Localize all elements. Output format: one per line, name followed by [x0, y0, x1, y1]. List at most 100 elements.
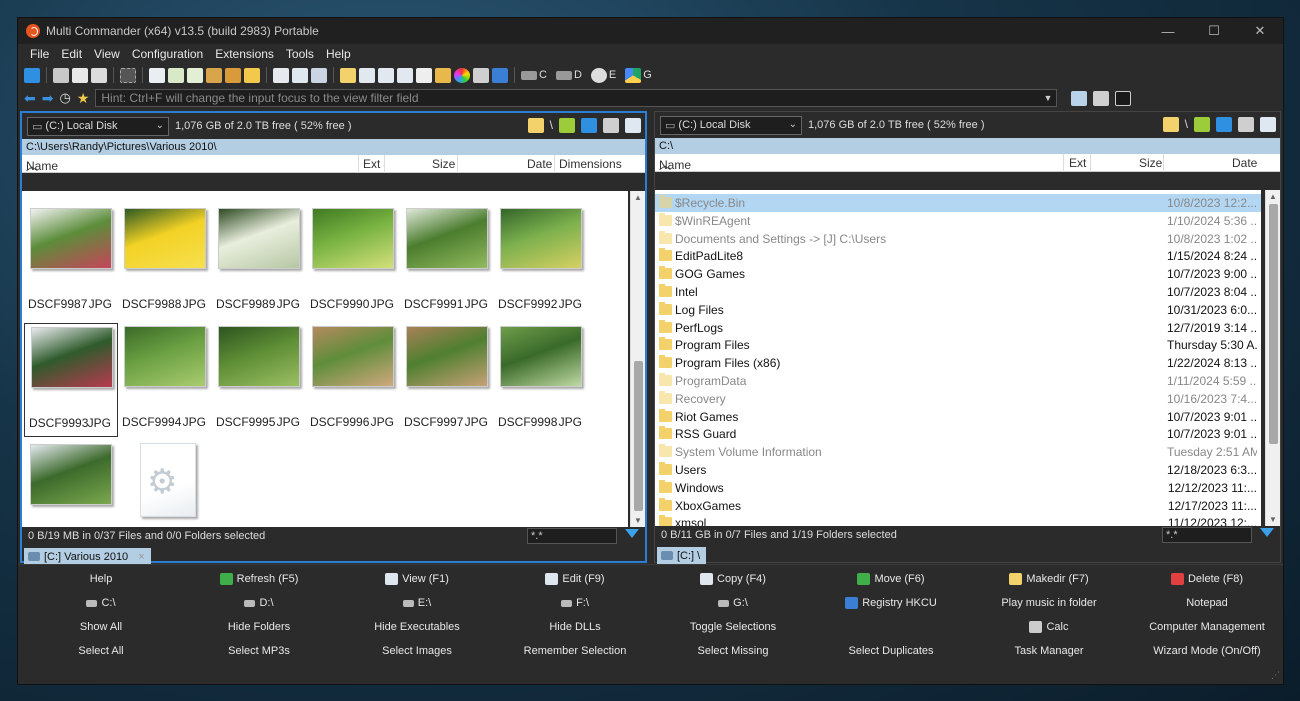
- screen-icon[interactable]: [492, 67, 508, 83]
- refresh-f5-button[interactable]: Refresh (F5): [180, 567, 338, 591]
- sync-icon[interactable]: [378, 67, 394, 83]
- thumbnail-item[interactable]: DSCF9988 JPG: [118, 205, 212, 319]
- select-mp3s-button[interactable]: Select MP3s: [180, 639, 338, 663]
- list-item[interactable]: RSS Guard 10/7/2023 9:01 ...: [655, 425, 1261, 443]
- col-date[interactable]: Date: [527, 157, 552, 171]
- list-item[interactable]: PerfLogs 12/7/2019 3:14 ...: [655, 319, 1261, 337]
- select-images-button[interactable]: Select Images: [338, 639, 496, 663]
- up-folder-icon[interactable]: [559, 118, 575, 133]
- hide-executables-button[interactable]: Hide Executables: [338, 615, 496, 639]
- list-item[interactable]: Program Files (x86) 1/22/2024 8:13 ...: [655, 354, 1261, 372]
- col-ext[interactable]: Ext: [1069, 156, 1086, 170]
- view-f1-button[interactable]: View (F1): [338, 567, 496, 591]
- folder-open-icon[interactable]: [244, 67, 260, 83]
- thumbnail-item[interactable]: DSCF9996 JPG: [306, 323, 400, 437]
- filter-funnel-icon[interactable]: [1260, 528, 1274, 537]
- scroll-down-icon[interactable]: ▼: [1269, 515, 1277, 524]
- thumbnail-item[interactable]: DSCF9995 JPG: [212, 323, 306, 437]
- notes-icon[interactable]: [1093, 90, 1110, 106]
- thumbnail-item[interactable]: DSCF9997 JPG: [400, 323, 494, 437]
- scroll-up-icon[interactable]: ▲: [634, 193, 642, 202]
- left-thumbnail-view[interactable]: DSCF9987 JPG DSCF9988 JPG DSCF9989 JPG DSCF999…: [22, 191, 628, 527]
- list-item[interactable]: GOG Games 10/7/2023 9:00 ...: [655, 265, 1261, 283]
- right-file-list[interactable]: $Recycle.Bin 10/8/2023 12:2... $WinREAgent…: [655, 190, 1261, 526]
- menu-edit[interactable]: Edit: [55, 47, 88, 61]
- right-filter-input[interactable]: *.*: [1162, 527, 1252, 543]
- properties-icon[interactable]: [416, 67, 432, 83]
- c-button[interactable]: C:\: [22, 591, 180, 615]
- left-path-bar[interactable]: C:\Users\Randy\Pictures\Various 2010\: [22, 139, 645, 155]
- menu-extensions[interactable]: Extensions: [209, 47, 280, 61]
- list-item[interactable]: Intel 10/7/2023 8:04 ...: [655, 283, 1261, 301]
- copy-f4-button[interactable]: Copy (F4): [654, 567, 812, 591]
- tools-icon[interactable]: [1238, 117, 1254, 132]
- g-button[interactable]: G:\: [654, 591, 812, 615]
- favorites-star-icon[interactable]: ★: [77, 90, 90, 107]
- show-all-button[interactable]: Show All: [22, 615, 180, 639]
- thumbnail-item[interactable]: DSCF9994 JPG: [118, 323, 212, 437]
- right-path-bar[interactable]: C:\: [655, 138, 1280, 154]
- col-name[interactable]: Name ︿: [26, 157, 58, 174]
- registry-hkcu-button[interactable]: Registry HKCU: [812, 591, 970, 615]
- left-scrollbar[interactable]: ▲ ▼: [630, 191, 645, 527]
- document-icon[interactable]: [273, 67, 289, 83]
- menu-tools[interactable]: Tools: [280, 47, 320, 61]
- console-icon[interactable]: [1115, 90, 1132, 106]
- scroll-up-icon[interactable]: ▲: [1269, 192, 1277, 201]
- scroll-down-icon[interactable]: ▼: [634, 516, 642, 525]
- close-button[interactable]: ✕: [1237, 18, 1283, 44]
- list-item[interactable]: Users 12/18/2023 6:3...: [655, 461, 1261, 479]
- folder-tree-icon[interactable]: [527, 118, 544, 133]
- list-item[interactable]: ProgramData 1/11/2024 5:59 ...: [655, 372, 1261, 390]
- menu-help[interactable]: Help: [320, 47, 357, 61]
- copy-icon[interactable]: [72, 67, 88, 83]
- list-item[interactable]: Recovery 10/16/2023 7:4...: [655, 390, 1261, 408]
- minimize-button[interactable]: —: [1145, 18, 1191, 44]
- drive-g-button[interactable]: G: [625, 67, 652, 83]
- view-mode-icon[interactable]: [1260, 117, 1276, 132]
- move-f6-button[interactable]: Move (F6): [812, 567, 970, 591]
- folder-icon[interactable]: [340, 67, 356, 83]
- menu-configuration[interactable]: Configuration: [126, 47, 209, 61]
- chat-icon[interactable]: [473, 67, 489, 83]
- col-name[interactable]: Name ︿: [659, 156, 691, 173]
- refresh-icon[interactable]: [581, 118, 597, 133]
- drive-e-button[interactable]: E: [590, 67, 616, 83]
- tab-various-2010[interactable]: [C:] Various 2010 ×: [24, 548, 151, 565]
- d-button[interactable]: D:\: [180, 591, 338, 615]
- e-button[interactable]: E:\: [338, 591, 496, 615]
- list-item[interactable]: System Volume Information Tuesday 2:51 AM: [655, 443, 1261, 461]
- menu-view[interactable]: View: [88, 47, 126, 61]
- drive-d-button[interactable]: D: [555, 69, 582, 81]
- document-view-icon[interactable]: [292, 67, 308, 83]
- list-item[interactable]: $Recycle.Bin 10/8/2023 12:2...: [655, 194, 1261, 212]
- thumbnail-item[interactable]: DSCF9999JPG: [24, 441, 118, 527]
- thumbnail-item[interactable]: DSCF9998 JPG: [494, 323, 588, 437]
- edit-f9-button[interactable]: Edit (F9): [496, 567, 654, 591]
- col-ext[interactable]: Ext: [363, 157, 380, 171]
- refresh-icon[interactable]: [1216, 117, 1232, 132]
- makedir-f7-button[interactable]: Makedir (F7): [970, 567, 1128, 591]
- list-item[interactable]: Program Files Thursday 5:30 A...: [655, 336, 1261, 354]
- package-icon[interactable]: [225, 67, 241, 83]
- select-missing-button[interactable]: Select Missing: [654, 639, 812, 663]
- menu-file[interactable]: File: [24, 47, 55, 61]
- select-duplicates-button[interactable]: Select Duplicates: [812, 639, 970, 663]
- right-drive-selector[interactable]: ▭ (C:) Local Disk ⌄: [660, 115, 802, 135]
- wizard-mode-on-off-button[interactable]: Wizard Mode (On/Off): [1128, 639, 1283, 663]
- col-size[interactable]: Size: [1139, 156, 1162, 170]
- calc-button[interactable]: Calc: [970, 615, 1128, 639]
- left-filter-input[interactable]: *.*: [527, 528, 617, 544]
- select-all-button[interactable]: Select All: [22, 639, 180, 663]
- command-filter-input[interactable]: Hint: Ctrl+F will change the input focus…: [95, 89, 1058, 107]
- file-edit-icon[interactable]: [187, 67, 203, 83]
- thumbnail-item[interactable]: DSCF9991 JPG: [400, 205, 494, 319]
- back-arrow-icon[interactable]: ⬅: [24, 90, 36, 107]
- view-mode-icon[interactable]: [625, 118, 641, 133]
- f-button[interactable]: F:\: [496, 591, 654, 615]
- refresh-icon[interactable]: [24, 67, 40, 83]
- scroll-thumb[interactable]: [1269, 204, 1278, 444]
- scroll-thumb[interactable]: [634, 361, 643, 511]
- rename-icon[interactable]: [397, 67, 413, 83]
- color-picker-icon[interactable]: [454, 67, 470, 83]
